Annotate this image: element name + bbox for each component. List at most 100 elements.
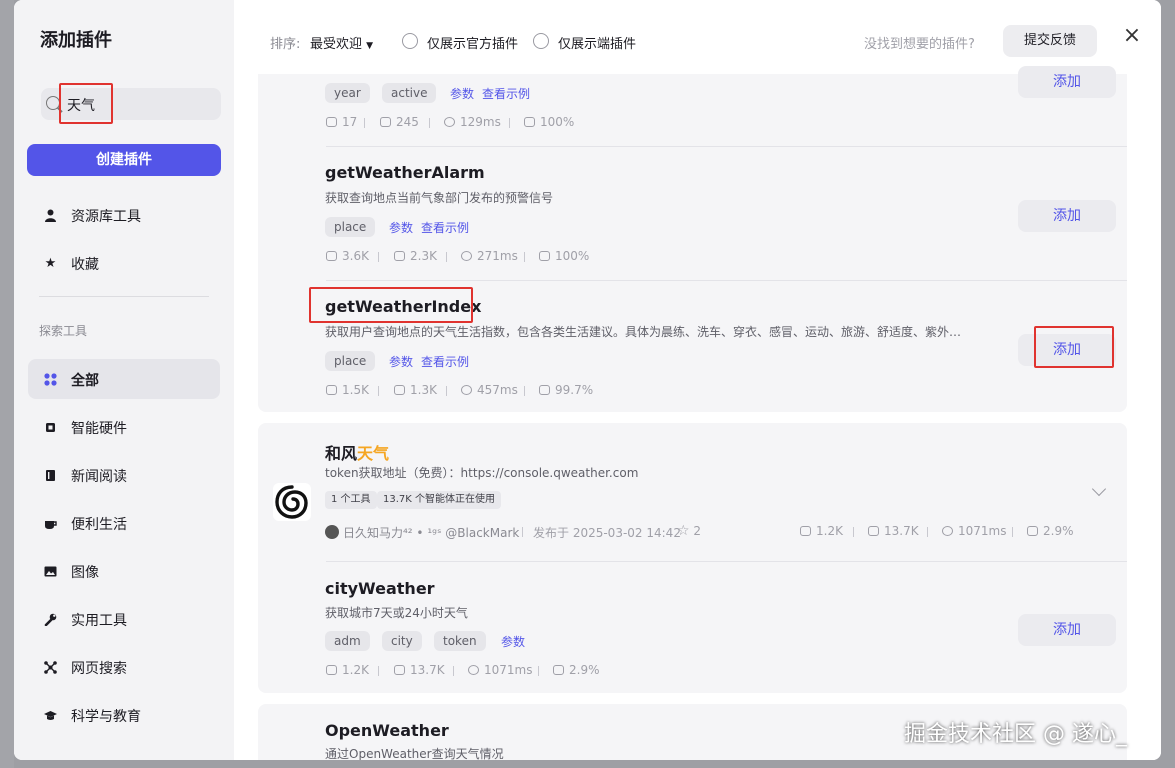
feedback-question: 没找到想要的插件?: [864, 37, 975, 52]
sort-label: 排序:: [270, 37, 301, 52]
author-avatar: [325, 525, 339, 539]
bot-count: 13.7K: [410, 663, 445, 677]
latency-icon: [461, 385, 472, 395]
sidebar-item-all[interactable]: 全部: [28, 359, 220, 399]
stat-separator: [446, 252, 447, 262]
usage-count-badge: 13.7K 个智能体正在使用: [377, 491, 502, 509]
add-tool-button[interactable]: 添加: [1018, 200, 1116, 232]
stat-separator: [378, 666, 379, 676]
highlight-box-add-button: [1034, 326, 1114, 368]
stat-separator: [364, 118, 365, 128]
call-count-icon: [326, 385, 337, 395]
person-icon: [44, 209, 57, 222]
author-info[interactable]: 日久知马力⁴² • ¹ᵍˢ @BlackMark: [325, 524, 519, 541]
create-plugin-button[interactable]: 创建插件: [27, 144, 221, 176]
success-rate: 100%: [555, 249, 590, 263]
sidebar-item-resource-tools[interactable]: 资源库工具: [28, 195, 220, 235]
success-rate-icon: [539, 251, 550, 261]
call-count-icon: [326, 117, 337, 127]
stat-separator: [378, 386, 379, 396]
plugin-list-panel: 排序: 最受欢迎 ▼ 仅展示官方插件 仅展示端插件 没找到想要的插件? 提交反馈…: [234, 0, 1161, 760]
sidebar-item-image[interactable]: 图像: [28, 551, 220, 591]
grid-icon: [44, 373, 57, 386]
sidebar-item-science-education[interactable]: 科学与教育: [28, 695, 220, 735]
plugin-card: 和风天气 token获取地址（免费）：https://console.qweat…: [258, 423, 1127, 693]
plugin-tools-card: year active 参数 查看示例 17 245 129ms 100% 添加…: [258, 66, 1127, 412]
call-count: 1.5K: [342, 383, 369, 397]
latency-icon: [468, 665, 479, 675]
bot-count: 13.7K: [884, 524, 919, 538]
submit-feedback-button[interactable]: 提交反馈: [1003, 25, 1097, 57]
stat-separator: [538, 666, 539, 676]
bot-count: 1.3K: [410, 383, 437, 397]
network-icon: [44, 661, 57, 674]
stat-separator: [524, 252, 525, 262]
sidebar: 添加插件 天气 创建插件 资源库工具 ★ 收藏 探索工具 全部 智能硬件 新闻阅…: [14, 0, 234, 760]
author-name: 日久知马力⁴² • ¹ᵍˢ @BlackMark: [343, 526, 520, 540]
cup-icon: [44, 517, 57, 530]
params-link[interactable]: 参数: [389, 353, 413, 370]
param-tag: active: [382, 83, 437, 103]
row-divider: [326, 146, 1127, 147]
view-example-link[interactable]: 查看示例: [482, 85, 530, 102]
device-only-radio[interactable]: [533, 33, 549, 49]
add-tool-button[interactable]: 添加: [1018, 614, 1116, 646]
call-count-icon: [326, 251, 337, 261]
stat-separator: [446, 386, 447, 396]
star-button[interactable]: ☆ 2: [677, 523, 701, 539]
sidebar-divider: [39, 296, 209, 297]
sidebar-item-label: 科学与教育: [71, 709, 141, 725]
plugin-name[interactable]: OpenWeather: [325, 721, 449, 740]
sidebar-item-label: 图像: [71, 565, 99, 581]
bot-count: 2.3K: [410, 249, 437, 263]
params-link[interactable]: 参数: [389, 219, 413, 236]
latency: 1071ms: [958, 524, 1007, 538]
sidebar-item-label: 收藏: [71, 257, 99, 273]
success-rate: 100%: [540, 115, 575, 129]
stat-separator: [429, 118, 430, 128]
stat-separator: [927, 527, 928, 537]
sidebar-item-label: 智能硬件: [71, 421, 127, 437]
sort-dropdown[interactable]: 最受欢迎 ▼: [310, 33, 373, 52]
sidebar-item-utilities[interactable]: 实用工具: [28, 599, 220, 639]
image-icon: [44, 565, 57, 578]
chip-icon: [44, 421, 57, 434]
view-example-link[interactable]: 查看示例: [421, 219, 469, 236]
backdrop: [0, 0, 14, 768]
param-tag: place: [325, 217, 376, 237]
add-tool-button[interactable]: 添加: [1018, 66, 1116, 98]
sidebar-item-web-search[interactable]: 网页搜索: [28, 647, 220, 687]
sidebar-item-news[interactable]: 新闻阅读: [28, 455, 220, 495]
sort-value: 最受欢迎: [310, 37, 363, 52]
stat-separator: [453, 666, 454, 676]
bot-count: 245: [396, 115, 419, 129]
params-link[interactable]: 参数: [501, 633, 525, 650]
call-count-icon: [800, 526, 811, 536]
latency-icon: [461, 251, 472, 261]
close-icon[interactable]: ×: [1122, 24, 1142, 48]
plugin-name-prefix: 和风: [325, 444, 358, 463]
sidebar-item-label: 网页搜索: [71, 661, 127, 677]
sidebar-item-life[interactable]: 便利生活: [28, 503, 220, 543]
sidebar-item-favorites[interactable]: ★ 收藏: [28, 243, 220, 283]
success-rate: 2.9%: [569, 663, 600, 677]
params-link[interactable]: 参数: [450, 85, 474, 102]
bot-count-icon: [394, 251, 405, 261]
plugin-name[interactable]: 和风天气: [325, 440, 389, 464]
qweather-logo: [273, 483, 311, 521]
stat-separator: [1012, 527, 1013, 537]
tool-description: 获取查询地点当前气象部门发布的预警信号: [325, 191, 554, 205]
tool-description: 获取用户查询地点的天气生活指数，包含各类生活建议。具体为晨练、洗车、穿衣、感冒、…: [325, 325, 962, 339]
call-count: 1.2K: [342, 663, 369, 677]
highlight-box-tool-name: [309, 287, 473, 323]
latency: 271ms: [477, 249, 518, 263]
latency: 457ms: [477, 383, 518, 397]
official-only-radio[interactable]: [402, 33, 418, 49]
sidebar-item-smart-hardware[interactable]: 智能硬件: [28, 407, 220, 447]
chevron-down-icon[interactable]: [1091, 481, 1107, 497]
tool-name: getWeatherAlarm: [325, 163, 485, 182]
latency: 1071ms: [484, 663, 533, 677]
latency-icon: [444, 117, 455, 127]
stat-separator: [509, 118, 510, 128]
view-example-link[interactable]: 查看示例: [421, 353, 469, 370]
